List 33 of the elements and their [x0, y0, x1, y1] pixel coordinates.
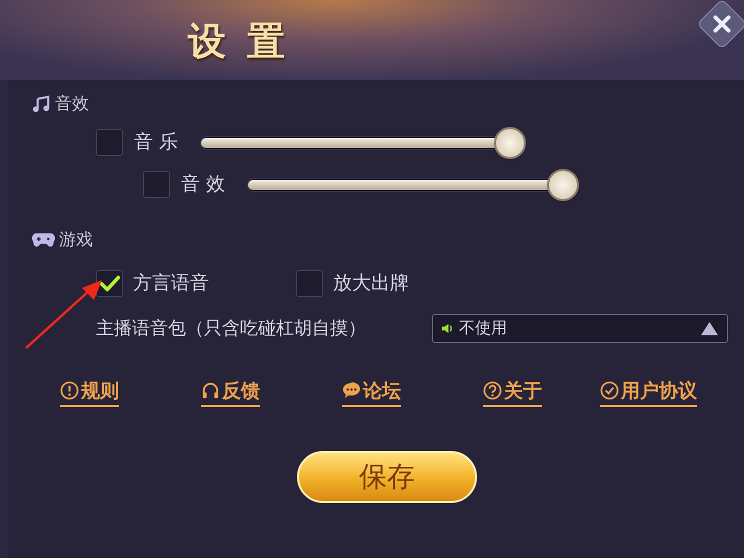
footer-link[interactable]: 反馈: [201, 376, 260, 407]
section-title: 音效: [55, 93, 89, 116]
checkbox[interactable]: [143, 171, 170, 198]
dropdown-value: 不使用: [459, 317, 508, 339]
checkbox[interactable]: [296, 270, 323, 297]
slider[interactable]: [247, 168, 581, 202]
info-icon: [60, 381, 79, 400]
voice-pack-label: 主播语音包（只含吃碰杠胡自摸）: [96, 316, 367, 340]
music-note-icon: [32, 95, 51, 114]
footer-link[interactable]: 规则: [60, 376, 119, 407]
slider-thumb[interactable]: [547, 168, 579, 200]
speaker-icon: [441, 322, 454, 334]
triangle-icon: [700, 320, 719, 336]
option-label: 方言语音: [133, 271, 209, 296]
window-title: 设 置: [188, 16, 290, 64]
checkbox[interactable]: [96, 270, 123, 297]
footer-link[interactable]: 关于: [483, 376, 542, 407]
footer-link[interactable]: 用户协议: [600, 376, 697, 407]
gamepad-icon: [32, 232, 55, 248]
save-button[interactable]: 保存: [297, 451, 477, 503]
voice-pack-dropdown[interactable]: 不使用: [432, 314, 728, 342]
check-circle-icon: [600, 381, 619, 400]
slider-thumb[interactable]: [494, 126, 526, 158]
slider-label: 音 乐: [134, 130, 180, 156]
help-icon: [483, 381, 502, 400]
headset-icon: [201, 381, 220, 400]
option-label: 放大出牌: [333, 271, 409, 296]
footer-link[interactable]: 论坛: [342, 376, 401, 407]
checkbox[interactable]: [96, 129, 123, 156]
speech-bubble-icon: [342, 382, 361, 400]
section-title: 游戏: [59, 228, 93, 252]
slider-label: 音 效: [181, 172, 226, 198]
close-icon: [711, 13, 733, 35]
